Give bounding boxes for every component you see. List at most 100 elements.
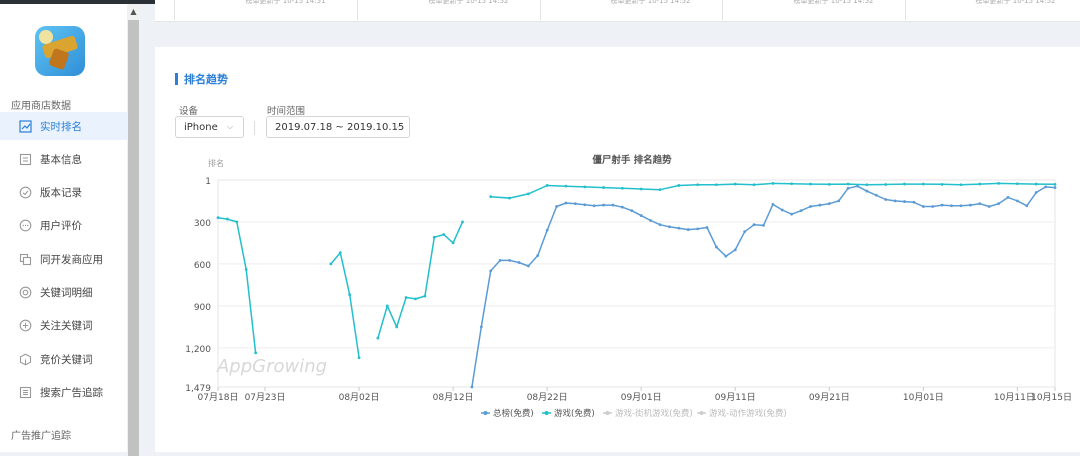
data-point [254,351,258,355]
data-point [545,184,549,187]
data-point [630,209,634,213]
data-point [489,195,493,199]
data-point [921,182,925,186]
legend-entry: 总榜(免费) [493,408,534,419]
x-tick-label: 10月15日 [1031,392,1072,403]
data-point [968,203,972,207]
legend-dot [605,411,610,415]
data-point [620,186,624,190]
data-point [526,192,530,196]
data-point [564,201,568,205]
data-point [677,184,681,187]
data-point [1015,199,1019,203]
rank-trend-chart: 13006009001,2001,47907月18日 07月23日 08月02日 08… [185,154,1072,419]
data-point [752,183,756,187]
data-point [978,182,982,186]
data-point [733,182,737,186]
y-tick-label: 900 [194,303,211,313]
data-point [846,182,850,186]
legend-entry: 游戏-街机游戏(免费) [615,408,693,419]
data-point [715,183,718,187]
data-point [555,205,558,208]
y-tick-label: 600 [194,261,211,271]
y-tick-label: 300 [194,219,211,229]
data-point [385,304,389,308]
data-point [357,356,361,360]
data-point [997,181,1000,185]
data-point [451,241,455,245]
data-point [696,183,700,187]
data-point [884,183,888,186]
data-point [668,225,671,229]
data-point [950,204,953,208]
data-point [414,297,417,301]
data-point [602,203,605,207]
data-point [837,199,841,203]
x-tick-label: 08月12日 [433,392,474,403]
data-point [771,181,775,185]
data-point [780,208,784,212]
x-tick-label: 07月18日 [198,392,239,403]
legend-dot [544,411,549,415]
y-tick-label: 1 [205,177,211,187]
data-point [724,254,728,258]
data-point [903,182,906,186]
series-line-1 [217,216,257,353]
x-tick-label: 09月21日 [809,392,850,403]
data-point [762,223,765,227]
data-point [620,205,624,209]
data-point [592,204,596,208]
data-point [978,202,982,206]
data-point [573,202,577,206]
data-point [865,183,869,187]
data-point [1006,195,1010,199]
data-point [432,235,436,239]
data-point [498,258,502,262]
data-point [329,262,333,266]
data-point [818,203,822,207]
x-tick-label: 09月11日 [715,392,756,403]
data-point [1044,185,1047,189]
data-point [884,198,888,201]
data-point [508,196,511,200]
data-point [517,261,521,264]
data-point [893,199,897,203]
data-point [244,268,248,271]
legend-dot [699,411,704,415]
y-tick-label: 1,200 [185,345,211,355]
x-tick-label: 10月11日 [994,392,1035,403]
data-point [602,186,605,189]
data-point [733,248,737,252]
data-point [874,193,878,197]
data-point [790,212,794,216]
data-point [715,245,718,249]
data-point [395,325,399,329]
data-point [931,205,935,208]
data-point [611,203,615,207]
legend-entry: 游戏(免费) [554,408,595,419]
data-point [686,228,690,231]
data-point [639,214,643,217]
data-point [752,223,756,227]
data-point [959,204,963,208]
data-point [348,293,352,297]
data-point [1034,182,1038,186]
data-point [1053,186,1057,189]
data-point [809,205,812,208]
data-point [639,187,643,191]
data-point [442,233,446,236]
series-line-0 [471,185,1056,388]
data-point [903,200,906,203]
data-point [940,203,944,207]
data-point [526,264,530,268]
data-point [827,182,831,186]
data-point [461,220,464,224]
data-point [508,258,511,262]
series-line-1 [377,221,464,339]
data-point [338,251,342,255]
data-point [226,217,229,221]
data-point [658,188,662,192]
data-point [658,223,662,227]
data-point [545,228,549,232]
data-point [705,226,709,229]
